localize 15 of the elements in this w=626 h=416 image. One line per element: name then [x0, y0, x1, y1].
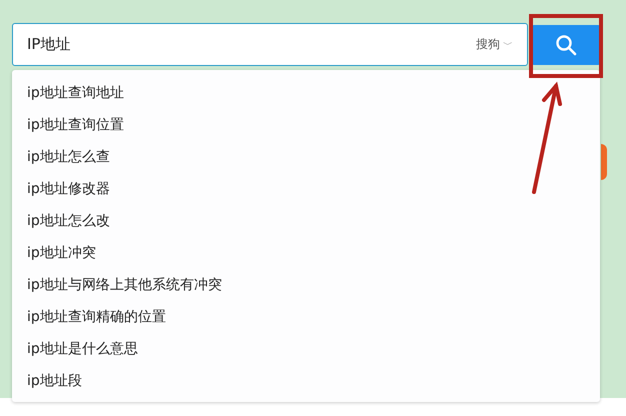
floating-button[interactable] — [601, 144, 607, 180]
search-field[interactable]: IP地址 搜狗 ﹀ — [12, 23, 528, 66]
suggestion-item[interactable]: ip地址怎么改 — [27, 205, 110, 237]
suggestion-item[interactable]: ip地址查询精确的位置 — [27, 301, 166, 333]
suggestion-item[interactable]: ip地址段 — [27, 365, 82, 397]
suggestion-item[interactable]: ip地址冲突 — [27, 237, 96, 269]
suggestion-item[interactable]: ip地址是什么意思 — [27, 333, 138, 365]
suggestion-item[interactable]: ip地址修改器 — [27, 173, 110, 205]
suggestion-item[interactable]: ip地址怎么查 — [27, 141, 110, 173]
suggestion-item[interactable]: ip地址与网络上其他系统有冲突 — [27, 269, 222, 301]
search-icon — [555, 34, 577, 56]
suggestion-item[interactable]: ip地址查询位置 — [27, 109, 124, 141]
suggestion-item[interactable]: ip地址查询地址 — [27, 77, 124, 109]
engine-selector[interactable]: 搜狗 ﹀ — [476, 36, 513, 53]
search-button[interactable] — [532, 24, 600, 64]
